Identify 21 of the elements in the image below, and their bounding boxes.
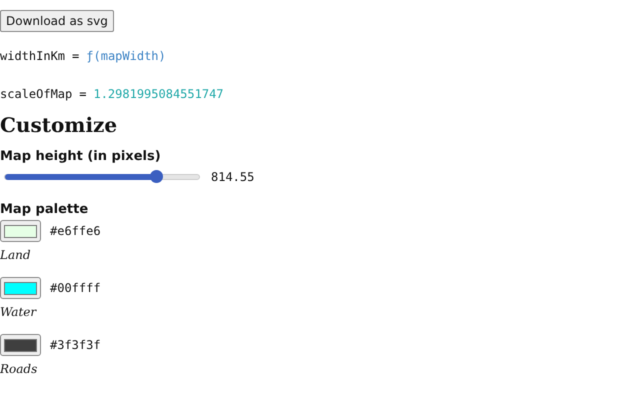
color-name: Water	[0, 305, 38, 319]
hex-value: #3f3f3f	[50, 337, 101, 354]
slider-reading: 814.55	[211, 169, 254, 186]
slider-thumb[interactable]	[150, 170, 164, 183]
equals-sign: =	[79, 87, 86, 101]
variable-value: ƒ(mapWidth)	[86, 49, 166, 63]
variable-value: 1.2981995084551747	[93, 87, 224, 101]
color-picker[interactable]	[0, 277, 41, 299]
variable-name: scaleOfMap	[0, 87, 72, 101]
variable-name: widthInKm	[0, 49, 66, 63]
color-name: Land	[0, 248, 32, 262]
hex-value: #e6ffe6	[50, 223, 101, 240]
hex-value: #00ffff	[50, 280, 101, 297]
field-label: Map palette	[0, 202, 90, 218]
color-picker[interactable]	[0, 334, 41, 356]
download-button[interactable]: Download as svg	[0, 10, 114, 32]
field-label: Map height (in pixels)	[0, 149, 162, 165]
color-picker[interactable]	[0, 220, 41, 242]
color-name: Roads	[0, 362, 38, 376]
equals-sign: =	[72, 49, 80, 63]
section-heading: Customize	[0, 113, 118, 137]
